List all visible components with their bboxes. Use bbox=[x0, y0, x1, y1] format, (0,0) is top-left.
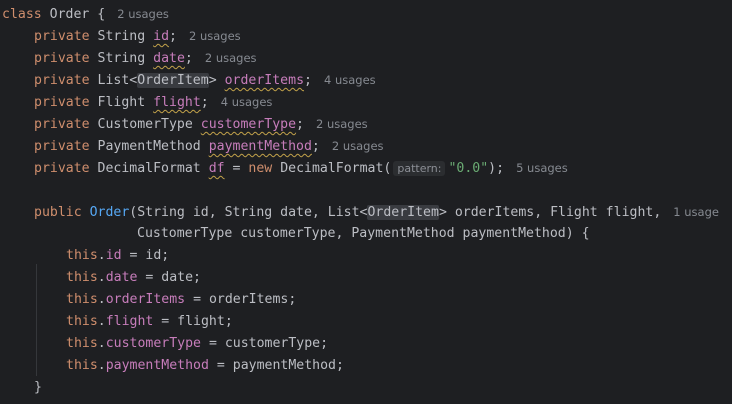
field-name[interactable]: flight bbox=[153, 95, 201, 110]
code-line-assign-orderitems[interactable]: this.orderItems = orderItems; bbox=[66, 289, 296, 311]
class-name[interactable]: Order bbox=[50, 7, 90, 22]
close-brace: } bbox=[34, 380, 42, 395]
code-line-assign-id[interactable]: this.id = id; bbox=[66, 245, 169, 267]
code-line-closing-brace[interactable]: } bbox=[34, 377, 42, 399]
usage-hint[interactable]: 4 usages bbox=[324, 73, 376, 87]
field-name[interactable]: df bbox=[209, 161, 225, 176]
this-keyword: this bbox=[66, 336, 98, 351]
field-name[interactable]: id bbox=[153, 29, 169, 44]
modifier-keyword: private bbox=[34, 117, 90, 132]
code-line-assign-date[interactable]: this.date = date; bbox=[66, 267, 201, 289]
field-ref[interactable]: date bbox=[106, 270, 138, 285]
class-keyword: class bbox=[2, 7, 42, 22]
open-brace: { bbox=[89, 7, 106, 22]
field-type: String bbox=[97, 51, 146, 66]
assign-operator: = bbox=[224, 161, 249, 176]
field-ref[interactable]: flight bbox=[106, 314, 154, 329]
this-keyword: this bbox=[66, 292, 98, 307]
field-ref[interactable]: orderItems bbox=[106, 292, 185, 307]
assign-rhs: = orderItems; bbox=[185, 292, 297, 307]
field-name[interactable]: customerType bbox=[201, 117, 296, 132]
field-type: CustomerType bbox=[97, 117, 193, 132]
semicolon: ; bbox=[184, 51, 193, 66]
code-line-field-customertype[interactable]: private CustomerType customerType; 2 usag… bbox=[34, 113, 368, 135]
this-keyword: this bbox=[66, 358, 98, 373]
assign-rhs: = customerType; bbox=[201, 336, 329, 351]
usage-hint[interactable]: 2 usages bbox=[205, 51, 257, 65]
field-name[interactable]: paymentMethod bbox=[209, 139, 312, 154]
usage-hint[interactable]: 4 usages bbox=[221, 95, 273, 109]
field-name[interactable]: orderItems bbox=[225, 73, 304, 88]
indent-guide bbox=[36, 264, 37, 376]
this-keyword: this bbox=[66, 270, 98, 285]
code-line-field-paymentmethod[interactable]: private PaymentMethod paymentMethod; 2 us… bbox=[34, 135, 384, 157]
this-keyword: this bbox=[66, 314, 98, 329]
field-ref[interactable]: id bbox=[106, 248, 122, 263]
usage-hint[interactable]: 2 usages bbox=[332, 139, 384, 153]
field-ref[interactable]: paymentMethod bbox=[106, 358, 209, 373]
assign-rhs: = date; bbox=[137, 270, 202, 285]
field-name[interactable]: date bbox=[153, 51, 185, 66]
code-line-field-id[interactable]: private String id; 2 usages bbox=[34, 25, 241, 47]
code-editor[interactable]: class Order {2 usages private String id;… bbox=[0, 0, 732, 404]
semicolon: ; bbox=[304, 73, 312, 88]
modifier-keyword: private bbox=[34, 95, 90, 110]
params-continuation: CustomerType customerType, PaymentMethod… bbox=[137, 226, 590, 241]
field-type: DecimalFormat bbox=[97, 161, 201, 176]
usage-hint[interactable]: 2 usages bbox=[316, 117, 368, 131]
field-type-prefix: List< bbox=[97, 73, 138, 88]
string-literal: "0.0" bbox=[448, 161, 489, 176]
semicolon: ; bbox=[296, 117, 304, 132]
assign-rhs: = paymentMethod; bbox=[208, 358, 344, 373]
usage-hint[interactable]: 2 usages bbox=[117, 7, 169, 21]
code-line-assign-paymentmethod[interactable]: this.paymentMethod = paymentMethod; bbox=[66, 355, 344, 377]
code-line-ctor-params[interactable]: CustomerType customerType, PaymentMethod… bbox=[137, 223, 590, 245]
code-line-field-flight[interactable]: private Flight flight; 4 usages bbox=[34, 91, 272, 113]
usage-hint[interactable]: 1 usage bbox=[673, 205, 719, 219]
modifier-keyword: private bbox=[34, 73, 90, 88]
semicolon: ; bbox=[169, 29, 177, 44]
this-keyword: this bbox=[66, 248, 98, 263]
parameter-hint: pattern: bbox=[393, 161, 446, 176]
code-line-class-decl[interactable]: class Order {2 usages bbox=[2, 3, 169, 25]
params-part-b: > orderItems, Flight flight, bbox=[438, 205, 662, 220]
new-keyword: new bbox=[248, 161, 273, 176]
field-type-suffix: > bbox=[208, 73, 217, 88]
usage-hint[interactable]: 2 usages bbox=[189, 29, 241, 43]
assign-rhs: = flight; bbox=[153, 314, 233, 329]
code-line-field-date[interactable]: private String date; 2 usages bbox=[34, 47, 257, 69]
code-line-assign-flight[interactable]: this.flight = flight; bbox=[66, 311, 233, 333]
modifier-keyword: private bbox=[34, 161, 90, 176]
type-param-highlight[interactable]: OrderItem bbox=[137, 73, 209, 88]
code-line-assign-customertype[interactable]: this.customerType = customerType; bbox=[66, 333, 328, 355]
code-line-field-df[interactable]: private DecimalFormat df = new DecimalFo… bbox=[34, 157, 568, 179]
close-paren: ); bbox=[488, 161, 505, 176]
field-type: Flight bbox=[97, 95, 146, 110]
usage-hint[interactable]: 5 usages bbox=[516, 161, 568, 175]
type-param-highlight[interactable]: OrderItem bbox=[367, 205, 439, 220]
field-ref[interactable]: customerType bbox=[106, 336, 201, 351]
modifier-keyword: public bbox=[34, 205, 82, 220]
semicolon: ; bbox=[200, 95, 209, 110]
field-type: PaymentMethod bbox=[97, 139, 201, 154]
modifier-keyword: private bbox=[34, 51, 90, 66]
modifier-keyword: private bbox=[34, 139, 90, 154]
assign-rhs: = id; bbox=[121, 248, 170, 263]
params-part-a: (String id, String date, List< bbox=[129, 205, 368, 220]
constructor-call: DecimalFormat( bbox=[272, 161, 392, 176]
semicolon: ; bbox=[311, 139, 320, 154]
modifier-keyword: private bbox=[34, 29, 90, 44]
code-line-field-orderitems[interactable]: private List<OrderItem> orderItems; 4 usa… bbox=[34, 69, 376, 91]
field-type: String bbox=[97, 29, 146, 44]
code-line-ctor-decl[interactable]: public Order(String id, String date, Lis… bbox=[34, 201, 719, 223]
constructor-name[interactable]: Order bbox=[90, 205, 130, 220]
